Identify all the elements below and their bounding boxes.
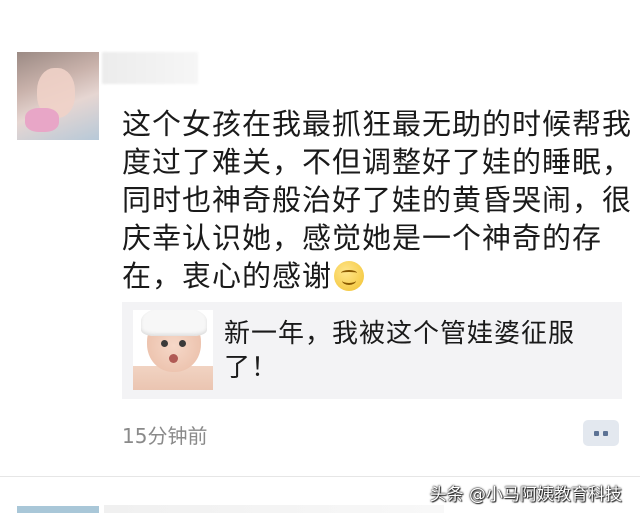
- comment-more-icon[interactable]: [583, 420, 619, 446]
- post-text: 这个女孩在我最抓狂最无助的时候帮我度过了难关，不但调整好了娃的睡眠，同时也神奇般…: [122, 107, 633, 293]
- link-thumbnail: [133, 310, 213, 390]
- post-divider: [0, 476, 640, 477]
- next-post-avatar[interactable]: [17, 506, 99, 513]
- smile-emoji-icon: [334, 261, 365, 291]
- avatar[interactable]: [17, 52, 99, 140]
- watermark-text: 头条 @小马阿姨教育科技: [429, 485, 622, 505]
- link-title: 新一年，我被这个管娃婆征服了！: [224, 319, 576, 383]
- next-post-username-blurred: [104, 505, 444, 513]
- moments-post: 这个女孩在我最抓狂最无助的时候帮我度过了难关，不但调整好了娃的睡眠，同时也神奇般…: [0, 0, 640, 480]
- shared-link-card[interactable]: 新一年，我被这个管娃婆征服了！: [122, 302, 622, 399]
- username-blurred[interactable]: [102, 52, 198, 84]
- post-timestamp: 15分钟前: [122, 424, 208, 448]
- post-content: 这个女孩在我最抓狂最无助的时候帮我度过了难关，不但调整好了娃的睡眠，同时也神奇般…: [122, 105, 632, 295]
